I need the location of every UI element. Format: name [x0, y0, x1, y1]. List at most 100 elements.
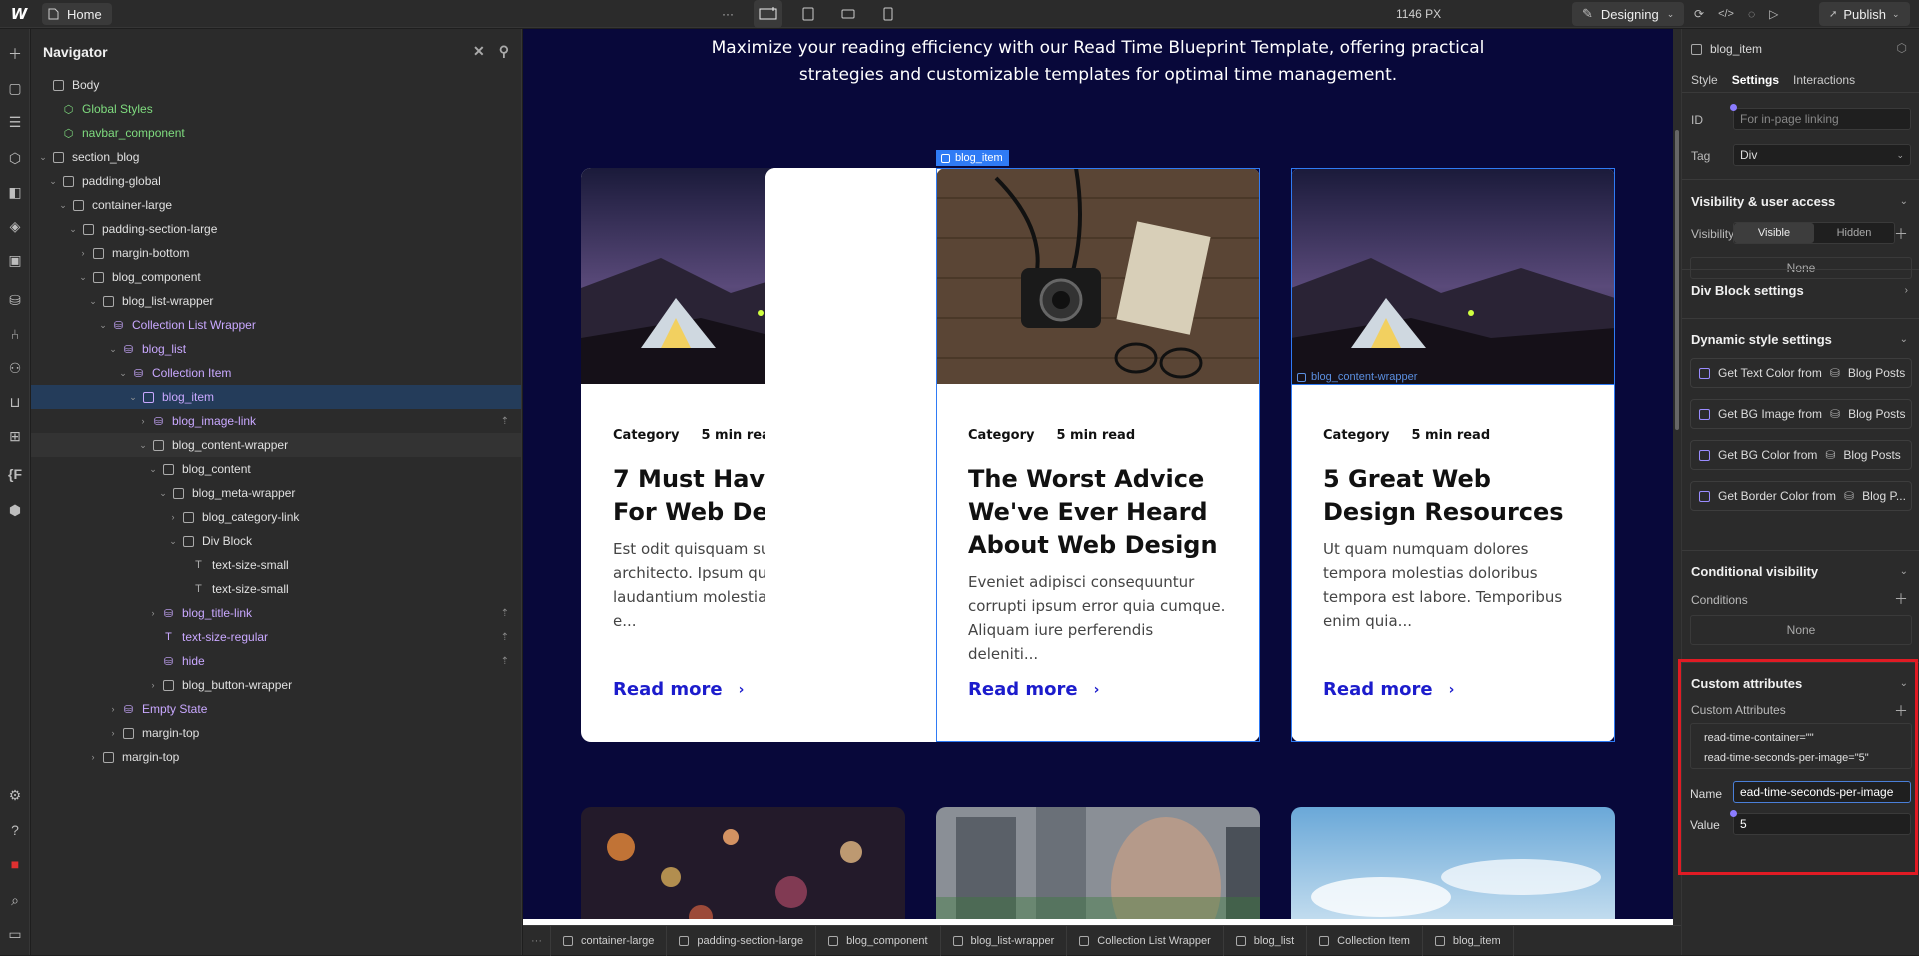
users-icon[interactable]: ⚇ [0, 353, 30, 383]
caret-icon[interactable]: › [167, 512, 179, 522]
dynamic-border-color[interactable]: Get Border Color from ⛁ Blog P... [1690, 481, 1912, 511]
tab-style[interactable]: Style [1691, 73, 1718, 87]
tree-item[interactable]: Ttext-size-small [31, 577, 521, 601]
visible-option[interactable]: Visible [1734, 223, 1814, 243]
caret-icon[interactable]: ⌄ [87, 296, 99, 307]
caret-icon[interactable]: ⌄ [107, 344, 119, 355]
blog-card-image-sky[interactable] [1291, 807, 1615, 925]
pin-icon[interactable]: ⚲ [499, 43, 509, 60]
webflow-logo-icon[interactable]: W [8, 0, 30, 28]
id-input[interactable]: For in-page linking [1733, 108, 1911, 130]
tree-item[interactable]: ⌄ container-large [31, 193, 521, 217]
read-more-link[interactable]: Read more › [1323, 679, 1454, 700]
mobile-portrait-icon[interactable] [874, 0, 902, 28]
caret-icon[interactable]: › [77, 248, 89, 258]
cube-icon[interactable]: ⬢ [0, 495, 30, 525]
component-icon[interactable]: ⬡ [1897, 41, 1907, 55]
tree-item[interactable]: ⌄ section_blog [31, 145, 521, 169]
caret-icon[interactable]: › [147, 608, 159, 618]
tree-item[interactable]: ⌄ Div Block [31, 529, 521, 553]
styles-icon[interactable]: ◈ [0, 211, 30, 241]
card-category[interactable]: Category [968, 428, 1034, 443]
breadcrumb-item[interactable]: Collection List Wrapper [1067, 925, 1224, 956]
card-title[interactable]: The Worst Advice We've Ever Heard About … [968, 463, 1228, 562]
tree-item[interactable]: › blog_button-wrapper [31, 673, 521, 697]
caret-icon[interactable]: ⌄ [127, 392, 139, 403]
dynamic-bg-color[interactable]: Get BG Color from ⛁ Blog Posts [1690, 440, 1912, 470]
breadcrumb-item[interactable]: blog_item [1423, 925, 1514, 956]
tree-item[interactable]: ⬡ Global Styles [31, 97, 521, 121]
caret-icon[interactable]: ⌄ [37, 152, 49, 163]
tree-item[interactable]: › margin-top [31, 745, 521, 769]
binding-icon[interactable]: ⇡ [501, 632, 509, 643]
blog-card[interactable]: Category 5 min read 5 Great Web Design R… [1291, 168, 1615, 742]
caret-icon[interactable]: ⌄ [147, 464, 159, 475]
card-category[interactable]: Category [1323, 428, 1389, 443]
dynamic-text-color[interactable]: Get Text Color from ⛁ Blog Posts [1690, 358, 1912, 388]
caret-icon[interactable]: › [137, 416, 149, 426]
dynamic-title[interactable]: Dynamic style settings [1691, 332, 1832, 347]
caret-icon[interactable]: ⌄ [67, 224, 79, 235]
tree-item[interactable]: › ⛁ Empty State [31, 697, 521, 721]
blog-card-image-bokeh[interactable] [581, 807, 905, 925]
binding-icon[interactable]: ⇡ [501, 416, 509, 427]
caret-icon[interactable]: › [147, 680, 159, 690]
tree-item[interactable]: Body [31, 73, 521, 97]
breadcrumb-item[interactable]: blog_list [1224, 925, 1308, 956]
read-more-link[interactable]: Read more › [968, 679, 1099, 700]
mode-selector[interactable]: ✎ Designing ⌄ [1572, 2, 1685, 26]
chevron-down-icon[interactable]: ⌄ [1900, 334, 1908, 345]
publish-button[interactable]: ➚ Publish ⌄ [1819, 2, 1910, 26]
tree-item[interactable]: ⌄ blog_component [31, 265, 521, 289]
mobile-landscape-icon[interactable] [834, 0, 862, 28]
caret-icon[interactable]: ⌄ [97, 320, 109, 331]
logic-icon[interactable]: ⑃ [0, 319, 30, 349]
tree-item[interactable]: ⌄ blog_content-wrapper [31, 433, 521, 457]
breadcrumb-item[interactable]: container-large [551, 925, 668, 956]
tree-item[interactable]: ⌄ ⛁ blog_list [31, 337, 521, 361]
breadcrumb-item[interactable]: blog_list-wrapper [941, 925, 1068, 956]
chevron-down-icon[interactable]: ⌄ [1900, 196, 1908, 207]
selected-element-tag[interactable]: blog_item [936, 150, 1009, 166]
tree-item[interactable]: › margin-top [31, 721, 521, 745]
tree-item[interactable]: › blog_category-link [31, 505, 521, 529]
binding-icon[interactable]: ⇡ [501, 608, 509, 619]
tree-item[interactable]: ⛁ hide ⇡ [31, 649, 521, 673]
preview-play-icon[interactable]: ▷ [1769, 7, 1778, 21]
code-icon[interactable]: </> [1718, 8, 1734, 20]
card-title[interactable]: 5 Great Web Design Resources [1323, 463, 1583, 529]
video-icon[interactable]: ▭ [0, 919, 30, 949]
tree-item[interactable]: ⌄ ⛁ Collection Item [31, 361, 521, 385]
search-icon[interactable]: ⌕ [0, 885, 30, 915]
tablet-breakpoint-icon[interactable] [794, 0, 822, 28]
tree-item[interactable]: ⬡ navbar_component [31, 121, 521, 145]
tree-item[interactable]: ⌄ blog_list-wrapper [31, 289, 521, 313]
home-page-selector[interactable]: Home [42, 3, 112, 25]
blog-card-image-buildings[interactable] [936, 807, 1260, 925]
comment-icon[interactable]: ◌ [1748, 7, 1755, 21]
caret-icon[interactable]: › [87, 752, 99, 762]
components-icon[interactable]: ⬡ [0, 143, 30, 173]
binding-icon[interactable]: ⇡ [501, 656, 509, 667]
desktop-breakpoint-icon[interactable] [754, 0, 782, 28]
caret-icon[interactable]: ⌄ [117, 368, 129, 379]
breadcrumb-item[interactable]: blog_component [816, 925, 941, 956]
conditional-title[interactable]: Conditional visibility [1691, 564, 1818, 579]
more-icon[interactable]: ··· [714, 0, 742, 28]
tree-item[interactable]: ⌄ ⛁ Collection List Wrapper [31, 313, 521, 337]
blog-card-selected[interactable]: Category 5 min read The Worst Advice We'… [936, 168, 1260, 742]
tree-item[interactable]: Ttext-size-small [31, 553, 521, 577]
help-icon[interactable]: ? [0, 815, 30, 845]
caret-icon[interactable]: ⌄ [137, 440, 149, 451]
add-icon[interactable]: ＋ [1894, 589, 1908, 609]
breadcrumb-item[interactable]: Collection Item [1307, 925, 1423, 956]
navigator-icon[interactable]: ☰ [0, 107, 30, 137]
tree-item[interactable]: ⌄ blog_item [31, 385, 521, 409]
tree-item[interactable]: › ⛁ blog_title-link ⇡ [31, 601, 521, 625]
tree-item[interactable]: ⌄ padding-global [31, 169, 521, 193]
caret-icon[interactable]: ⌄ [77, 272, 89, 283]
record-icon[interactable]: ■ [0, 849, 30, 879]
caret-icon[interactable]: ⌄ [47, 176, 59, 187]
assets-icon[interactable]: ▣ [0, 245, 30, 275]
pages-icon[interactable]: ▢ [0, 73, 30, 103]
